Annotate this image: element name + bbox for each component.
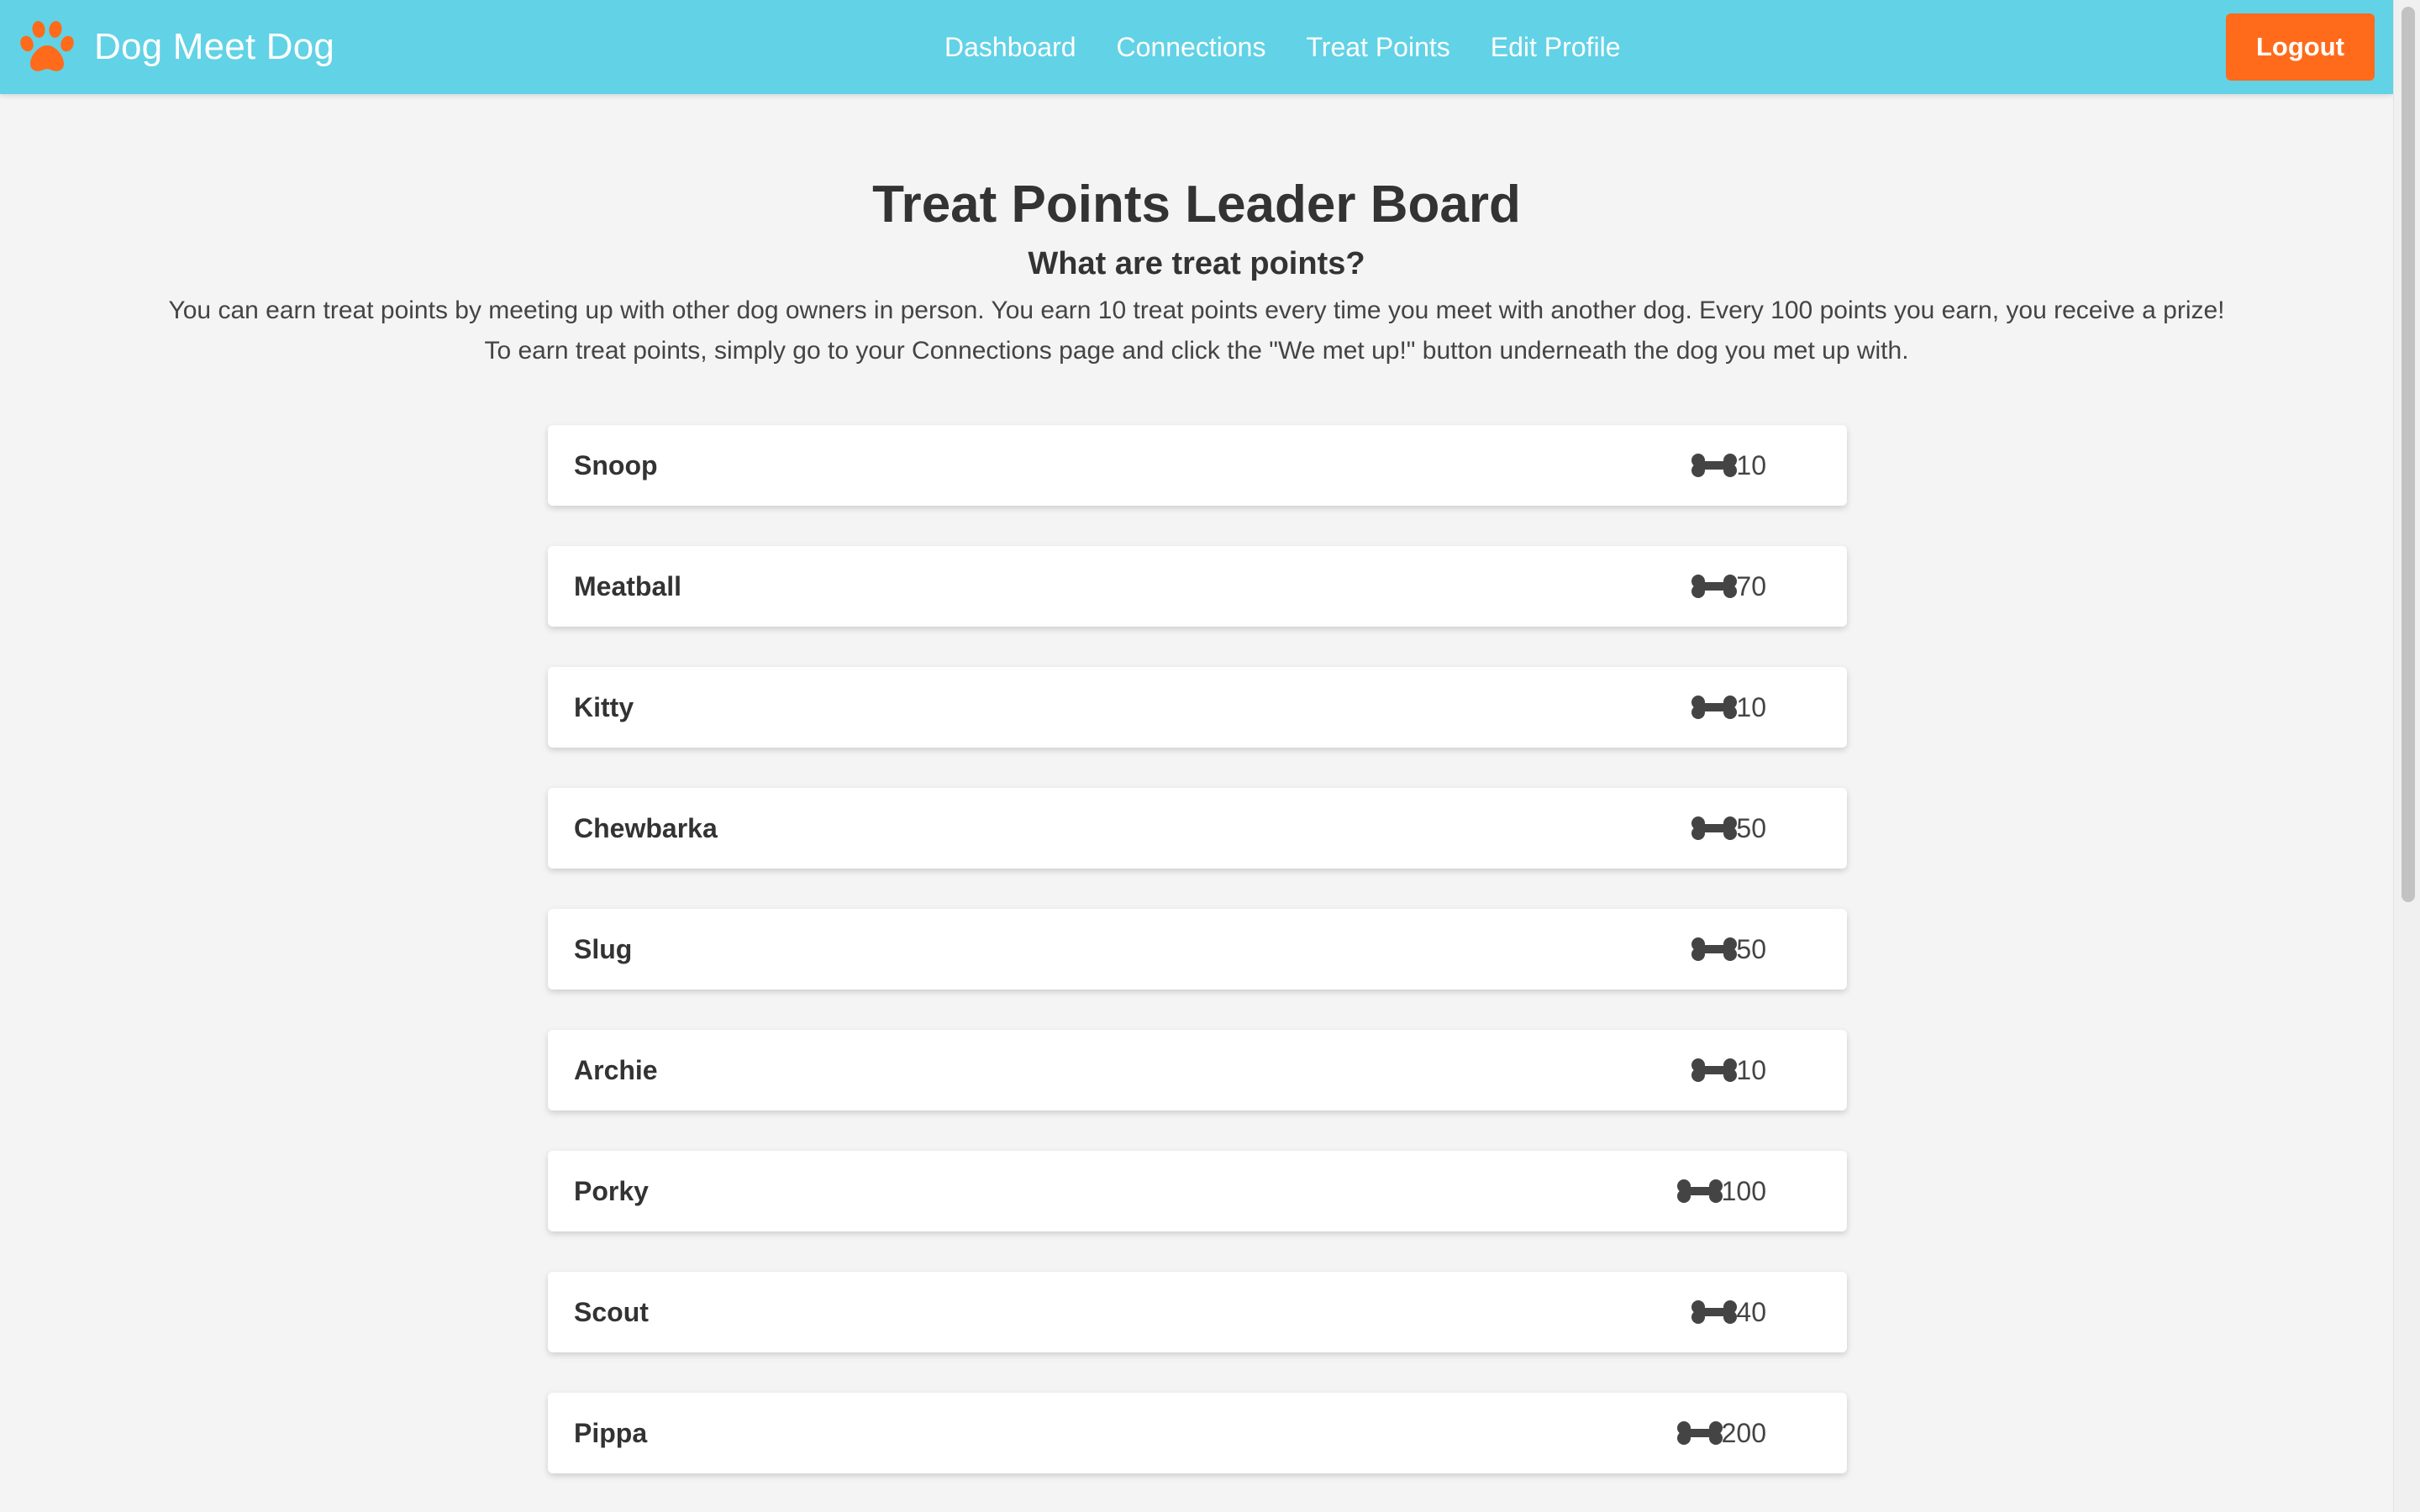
page-title: Treat Points Leader Board (872, 176, 1521, 234)
leaderboard: Snoop 10 Meatball 70 Kitty 10 Chewbarka (548, 425, 1847, 1512)
dog-name: Scout (574, 1297, 649, 1327)
bone-icon (1691, 696, 1738, 719)
page-subtitle: What are treat points? (1028, 246, 1365, 281)
treat-points: 10 (1691, 667, 1766, 748)
treat-points: 200 (1676, 1393, 1766, 1473)
leaderboard-row: Archie 10 (548, 1030, 1847, 1110)
dog-name: Chewbarka (574, 813, 718, 843)
treat-points: 10 (1691, 425, 1766, 506)
bone-icon (1691, 937, 1738, 961)
dog-name: Porky (574, 1176, 649, 1206)
nav-link-connections[interactable]: Connections (1117, 32, 1266, 63)
points-value: 10 (1736, 691, 1766, 722)
description-line-2: To earn treat points, simply go to your … (484, 337, 1909, 365)
dog-name: Pippa (574, 1418, 648, 1448)
points-value: 10 (1736, 1054, 1766, 1085)
bone-icon (1676, 1421, 1723, 1445)
points-value: 50 (1736, 933, 1766, 964)
leaderboard-row: Porky 100 (548, 1151, 1847, 1231)
points-value: 40 (1736, 1296, 1766, 1327)
bone-icon (1676, 1179, 1723, 1203)
leaderboard-row: Scout 40 (548, 1272, 1847, 1352)
points-value: 200 (1721, 1417, 1766, 1448)
description-line-1: You can earn treat points by meeting up … (168, 297, 2225, 324)
brand-link[interactable]: Dog Meet Dog (18, 18, 334, 76)
nav-link-treat-points[interactable]: Treat Points (1306, 32, 1449, 63)
nav-link-edit-profile[interactable]: Edit Profile (1491, 32, 1621, 63)
treat-points: 40 (1691, 1272, 1766, 1352)
brand-name: Dog Meet Dog (94, 26, 335, 67)
nav-links: Dashboard Connections Treat Points Edit … (944, 0, 1661, 94)
bone-icon (1691, 454, 1738, 477)
leaderboard-row: Snoop 10 (548, 425, 1847, 506)
navbar: Dog Meet Dog Dashboard Connections Treat… (0, 0, 2393, 94)
description: You can earn treat points by meeting up … (0, 291, 2393, 371)
bone-icon (1691, 575, 1738, 598)
treat-points: 70 (1691, 546, 1766, 627)
nav-link-dashboard[interactable]: Dashboard (944, 32, 1076, 63)
logout-button[interactable]: Logout (2226, 13, 2375, 81)
page: Dog Meet Dog Dashboard Connections Treat… (0, 0, 2420, 1512)
treat-points: 10 (1691, 1030, 1766, 1110)
points-value: 70 (1736, 570, 1766, 601)
bone-icon (1691, 1300, 1738, 1324)
leaderboard-row: Pippa 200 (548, 1393, 1847, 1473)
scrollbar-thumb[interactable] (2402, 7, 2415, 902)
dog-name: Archie (574, 1055, 658, 1085)
leaderboard-row: Slug 50 (548, 909, 1847, 990)
paw-icon (20, 21, 74, 71)
points-value: 100 (1721, 1175, 1766, 1206)
treat-points: 50 (1691, 909, 1766, 990)
dog-name: Snoop (574, 450, 658, 480)
points-value: 50 (1736, 812, 1766, 843)
points-value: 10 (1736, 449, 1766, 480)
leaderboard-row: Kitty 10 (548, 667, 1847, 748)
leaderboard-row: Meatball 70 (548, 546, 1847, 627)
treat-points: 100 (1676, 1151, 1766, 1231)
bone-icon (1691, 1058, 1738, 1082)
leaderboard-row: Chewbarka 50 (548, 788, 1847, 869)
bone-icon (1691, 816, 1738, 840)
dog-name: Kitty (574, 692, 634, 722)
dog-name: Slug (574, 934, 633, 964)
dog-name: Meatball (574, 571, 682, 601)
treat-points: 50 (1691, 788, 1766, 869)
scrollbar[interactable] (2393, 0, 2420, 1512)
